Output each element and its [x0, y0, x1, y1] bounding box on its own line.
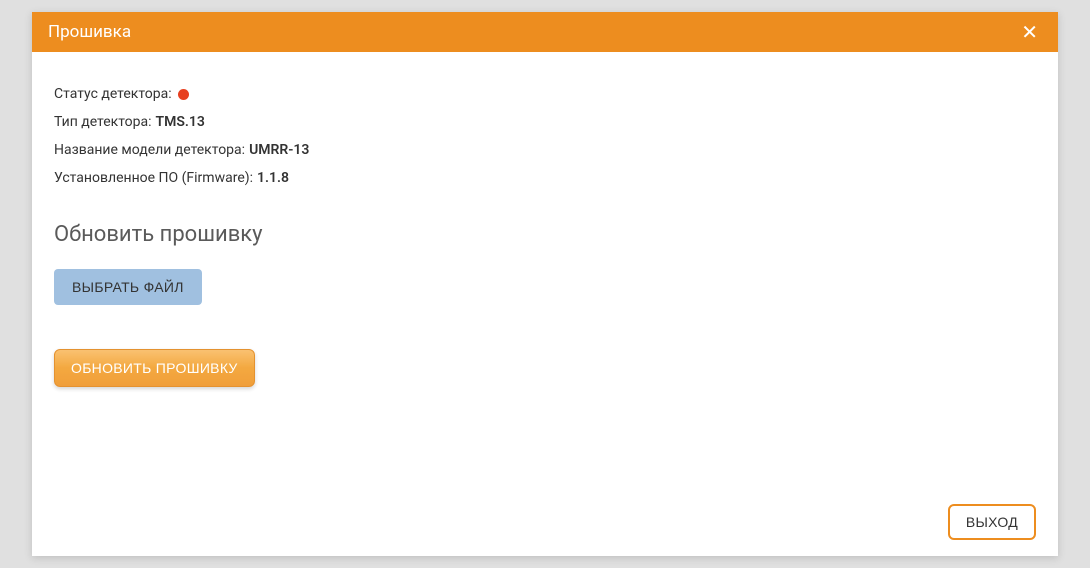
status-indicator-icon [178, 89, 189, 100]
dialog-content: Статус детектора: Тип детектора: TMS.13 … [32, 52, 1058, 556]
detector-type-label: Тип детектора: [54, 114, 152, 130]
update-section-title: Обновить прошивку [54, 222, 1036, 247]
detector-type-row: Тип детектора: TMS.13 [54, 114, 1036, 130]
detector-model-row: Название модели детектора: UMRR-13 [54, 142, 1036, 158]
detector-status-row: Статус детектора: [54, 86, 1036, 102]
exit-button[interactable]: ВЫХОД [948, 504, 1036, 540]
dialog-footer: ВЫХОД [948, 504, 1036, 540]
detector-status-label: Статус детектора: [54, 86, 172, 102]
firmware-version-label: Установленное ПО (Firmware): [54, 170, 253, 186]
firmware-version-row: Установленное ПО (Firmware): 1.1.8 [54, 170, 1036, 186]
firmware-version-value: 1.1.8 [257, 170, 289, 186]
update-firmware-button[interactable]: ОБНОВИТЬ ПРОШИВКУ [54, 349, 255, 387]
close-icon[interactable]: ✕ [1017, 22, 1042, 42]
choose-file-button[interactable]: ВЫБРАТЬ ФАЙЛ [54, 269, 202, 305]
detector-type-value: TMS.13 [156, 114, 205, 130]
firmware-dialog: Прошивка ✕ Статус детектора: Тип детекто… [32, 12, 1058, 556]
dialog-header: Прошивка ✕ [32, 12, 1058, 52]
detector-model-value: UMRR-13 [249, 142, 309, 158]
dialog-title: Прошивка [48, 22, 131, 42]
detector-model-label: Название модели детектора: [54, 142, 245, 158]
